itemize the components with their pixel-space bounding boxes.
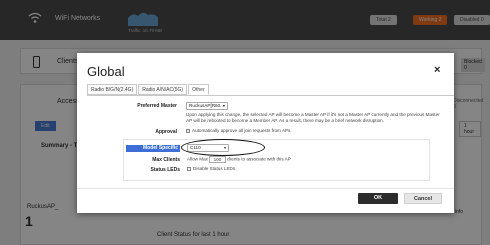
dialog-title: Global	[87, 64, 125, 79]
status-leds-row: Disable Status LEDs	[187, 166, 387, 172]
approval-label: Approval	[155, 129, 177, 135]
max-clients-suffix: clients to associate with this AP	[226, 156, 291, 162]
ok-button[interactable]: OK	[358, 193, 398, 204]
preferred-master-label: Preferred Master	[137, 103, 177, 109]
cancel-button[interactable]: Cancel	[404, 193, 442, 204]
status-leds-checkbox[interactable]	[187, 166, 191, 171]
max-clients-row: Allow Max 100 clients to associate with th…	[187, 156, 387, 163]
annotation-circle	[181, 139, 265, 156]
tab-radio-5g[interactable]: Radio A/N/AC(5G)	[138, 84, 188, 95]
max-clients-input[interactable]: 100	[208, 156, 226, 163]
model-specific-control-label: Model Specific Control	[126, 145, 180, 158]
tab-radio-24g[interactable]: Radio B/G/N(2.4G)	[87, 84, 138, 95]
dialog-footer-divider	[77, 188, 454, 189]
preferred-master-description: Upon applying this change, the selected …	[186, 112, 440, 123]
approval-checkbox[interactable]	[186, 128, 190, 133]
tab-divider	[87, 94, 454, 96]
approval-text: Automatically approve all join requests …	[192, 128, 292, 133]
max-clients-prefix: Allow Max	[187, 156, 208, 162]
status-leds-text: Disable Status LEDs	[193, 166, 236, 171]
preferred-master-value: RuckusAP[R60...	[189, 103, 224, 108]
tab-other[interactable]: Other	[188, 84, 209, 95]
status-leds-label: Status LEDs	[150, 167, 180, 173]
close-icon[interactable]: ×	[434, 64, 440, 76]
preferred-master-select[interactable]: RuckusAP[R60... ▾	[186, 102, 228, 110]
settings-tabs: Radio B/G/N(2.4G) Radio A/N/AC(5G) Other	[87, 84, 210, 95]
approval-row: Automatically approve all join requests …	[186, 128, 386, 134]
chevron-down-icon: ▾	[222, 103, 225, 108]
max-clients-label: Max Clients	[152, 157, 180, 163]
